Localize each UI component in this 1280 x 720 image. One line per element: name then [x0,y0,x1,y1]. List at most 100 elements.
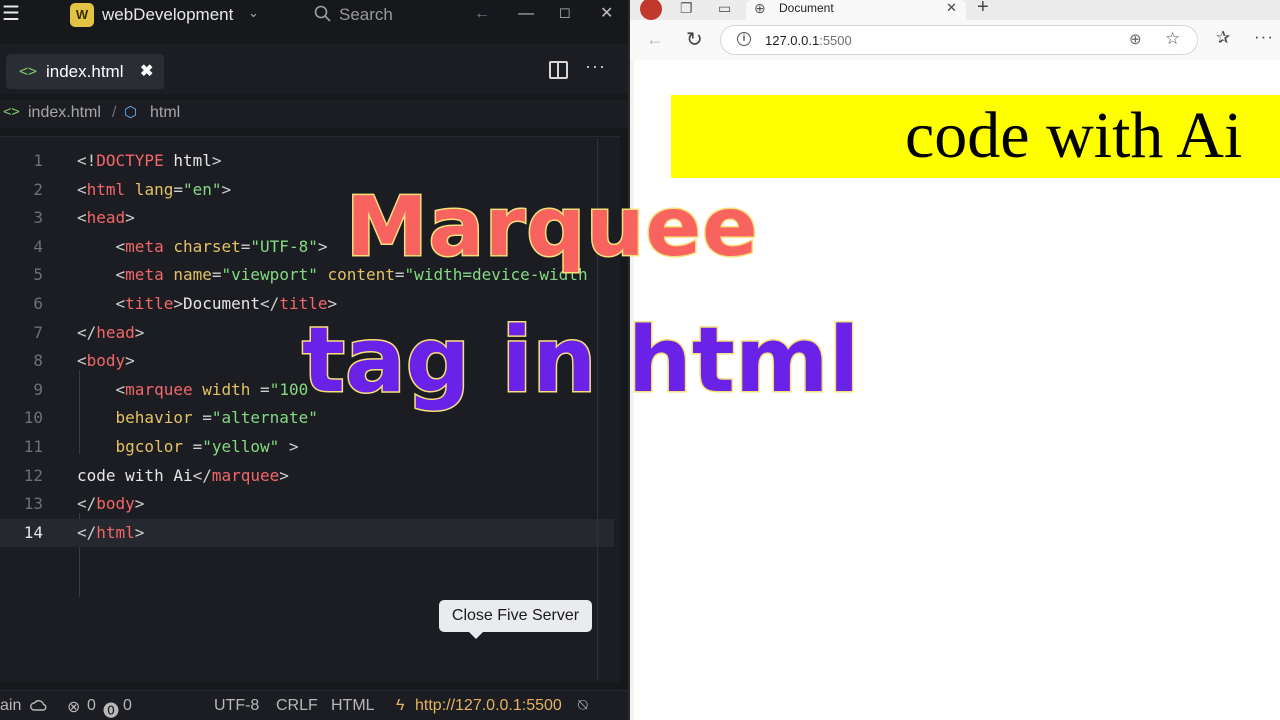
status-bar: ain ⊗ 0 ⓿ 0 UTF-8 CRLF HTML ϟ http://127… [0,690,628,720]
address-bar[interactable]: i 127.0.0.1:5500 ⊕ ☆ [720,25,1198,55]
code-file-icon: <> [3,104,20,120]
status-eol[interactable]: CRLF [276,697,318,715]
status-errors[interactable]: 0 [87,697,96,715]
info-icon[interactable]: i [737,32,751,46]
reload-icon[interactable]: ↻ [686,27,703,52]
more-icon[interactable]: ··· [1254,27,1274,47]
status-encoding[interactable]: UTF-8 [214,697,259,715]
address-url[interactable]: 127.0.0.1:5500 [765,33,852,48]
workspaces-icon[interactable]: ❐ [680,0,693,17]
code-token: </ [192,465,212,485]
tab-document[interactable]: ⊕ Document ✕ [746,0,966,20]
code-line[interactable]: 8 <body> [0,347,614,375]
code-token: </ [77,522,97,542]
code-token: head [96,322,135,342]
code-token: </ [77,494,97,514]
zoom-icon[interactable]: ⊕ [1129,30,1142,48]
code-line[interactable]: 10 behavior ="alternate" [0,404,614,432]
status-warnings[interactable]: 0 [123,697,132,715]
split-editor-icon[interactable] [549,61,568,79]
code-line[interactable]: 3 <head> [0,204,614,232]
code-text: </html> [77,519,144,547]
new-tab-button[interactable]: + [977,0,989,19]
code-token: html [96,522,135,542]
star-icon[interactable]: ☆ [1165,29,1180,49]
chevron-down-icon[interactable]: ⌄ [248,5,259,21]
code-token: > [211,151,222,170]
code-token: > [279,437,299,456]
breadcrumb-file[interactable]: index.html [28,104,101,122]
breadcrumb-separator: / [112,104,117,121]
code-line[interactable]: 14 </html> [0,518,614,547]
code-token: > [134,494,145,514]
code-text: <title>Document</title> [77,290,338,318]
code-token: body [86,351,126,371]
favorites-icon[interactable]: ✰ [1216,28,1230,48]
workspace-badge[interactable]: W [70,3,94,27]
code-token: DOCTYPE [96,151,164,170]
line-number: 5 [33,265,43,285]
code-token: lang [125,179,174,199]
code-token: "en" [182,179,222,199]
breadcrumb-node[interactable]: html [150,104,180,122]
back-arrow-icon[interactable]: ← [474,4,490,24]
cloud-icon[interactable] [30,698,48,714]
code-token: < [115,379,126,399]
code-line[interactable]: 4 <meta charset="UTF-8"> [0,233,614,261]
code-token: title [279,294,328,313]
code-line[interactable]: 5 <meta name="viewport" content="width=d… [0,261,614,289]
tab-close-button[interactable]: ✕ [946,0,957,16]
search-input[interactable]: Search [339,5,393,25]
code-token: body [96,494,135,514]
code-token: < [115,294,126,313]
tab-close-button[interactable]: ✖ [140,61,153,81]
code-token: behavior [115,408,203,428]
status-language[interactable]: HTML [331,697,375,715]
code-line[interactable]: 6 <title>Document</title> [0,290,614,318]
code-line[interactable]: 1 <!DOCTYPE html> [0,147,614,175]
bell-off-icon[interactable]: ⍉ [578,697,588,715]
line-number: 3 [33,208,43,228]
code-token: < [77,179,87,199]
search-icon[interactable] [313,4,333,24]
code-token: title [125,294,174,313]
line-number: 14 [23,522,43,542]
menu-icon[interactable]: ☰ [2,4,20,24]
avatar[interactable] [640,0,662,20]
code-token: </ [260,294,280,313]
more-icon[interactable]: ··· [585,56,606,77]
code-text: <!DOCTYPE html> [77,147,222,175]
workspace-name[interactable]: webDevelopment [102,5,233,25]
code-line[interactable]: 9 <marquee width ="100 [0,376,614,404]
code-line[interactable]: 13 </body> [0,490,614,518]
tab-actions-icon[interactable]: ▭ [718,0,731,17]
warning-icon[interactable]: ⓿ [103,697,119,720]
back-arrow-icon[interactable]: ← [646,29,664,50]
code-token: = [173,179,183,199]
status-live-server[interactable]: http://127.0.0.1:5500 [415,697,562,715]
line-number: 6 [33,294,43,313]
minimap-divider [597,138,598,680]
code-line[interactable]: 2 <html lang="en"> [0,176,614,204]
code-token: > [173,294,183,313]
maximize-icon[interactable]: ☐ [559,4,571,24]
code-line[interactable]: 11 bgcolor ="yellow" > [0,433,614,461]
code-text: behavior ="alternate" [77,404,318,432]
page-viewport: code with Ai [634,60,1280,720]
code-line[interactable]: 7 </head> [0,319,614,347]
code-token: html [86,179,126,199]
code-token: bgcolor [115,437,193,456]
breadcrumb: <> index.html / ⬡ html [0,100,628,128]
code-text: <meta name="viewport" content="width=dev… [77,261,588,289]
tab-index-html[interactable]: <> index.html ✖ [6,54,164,89]
code-line[interactable]: 12 code with Ai</marquee> [0,462,614,490]
code-token: meta [125,265,164,285]
error-icon[interactable]: ⊗ [67,697,80,717]
browser-window: ❐ ▭ ⊕ Document ✕ + ← ↻ i 127.0.0.1:5500 … [628,0,1280,720]
status-branch[interactable]: ain [0,697,21,715]
code-token: "alternate" [211,408,318,428]
minimize-icon[interactable]: — [518,4,534,24]
close-icon[interactable]: ✕ [600,4,613,24]
code-text: </body> [77,490,144,518]
